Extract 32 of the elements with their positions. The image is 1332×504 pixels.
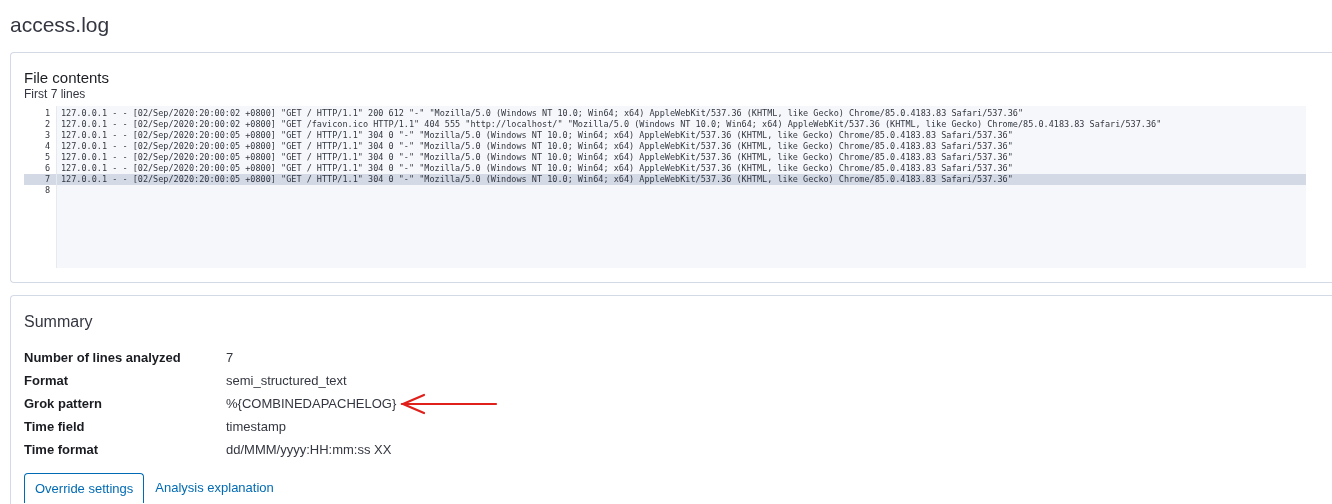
code-line: 127.0.0.1 - - [02/Sep/2020:20:00:05 +0800] "GET / HTTP/1.1" 304 0 "-" "Mozilla/5.0 (Windows NT 10.0; Win64; x64) AppleWebKit/537.36 (KHTML, like Gecko) Chrome/85.0.4183.83 Safari/537.36" — [61, 141, 1013, 151]
summary-value: dd/MMM/yyyy:HH:mm:ss XX — [226, 440, 392, 459]
tab[interactable]: Analysis explanation — [144, 473, 285, 503]
summary-label: Time format — [24, 440, 100, 459]
code-editor[interactable] — [24, 106, 1306, 268]
page-title: access.log — [10, 12, 111, 38]
line-number: 2 — [44, 119, 50, 129]
line-number: 5 — [44, 152, 50, 162]
code-line: 127.0.0.1 - - [02/Sep/2020:20:00:05 +0800] "GET / HTTP/1.1" 304 0 "-" "Mozilla/5.0 (Windows NT 10.0; Win64; x64) AppleWebKit/537.36 (KHTML, like Gecko) Chrome/85.0.4183.83 Safari/537.36" — [61, 163, 1013, 173]
panel-subtitle: First 7 lines — [24, 87, 87, 102]
panel-title: File contents — [24, 69, 111, 87]
code-line: 127.0.0.1 - - [02/Sep/2020:20:00:02 +0800] "GET / HTTP/1.1" 200 612 "-" "Mozilla/5.0 (Windows NT 10.0; Win64; x64) AppleWebKit/537.36 (KHTML, like Gecko) Chrome/85.0.4183.83 Safari/537.36" — [61, 108, 1024, 118]
summary-label: Format — [24, 371, 70, 390]
summary-label: Grok pattern — [24, 394, 103, 413]
line-number: 3 — [44, 130, 50, 140]
summary-value: 7 — [226, 348, 234, 367]
line-number: 6 — [44, 163, 50, 173]
summary-value: %{COMBINEDAPACHELOG} — [226, 394, 397, 413]
line-number: 8 — [44, 185, 50, 195]
code-line: 127.0.0.1 - - [02/Sep/2020:20:00:05 +0800] "GET / HTTP/1.1" 304 0 "-" "Mozilla/5.0 (Windows NT 10.0; Win64; x64) AppleWebKit/537.36 (KHTML, like Gecko) Chrome/85.0.4183.83 Safari/537.36" — [61, 174, 1013, 184]
tab[interactable]: Override settings — [24, 473, 145, 503]
line-number: 4 — [44, 141, 50, 151]
summary-value: timestamp — [226, 417, 286, 436]
code-line: 127.0.0.1 - - [02/Sep/2020:20:00:05 +0800] "GET / HTTP/1.1" 304 0 "-" "Mozilla/5.0 (Windows NT 10.0; Win64; x64) AppleWebKit/537.36 (KHTML, like Gecko) Chrome/85.0.4183.83 Safari/537.36" — [61, 130, 1013, 140]
line-number: 7 — [44, 174, 50, 184]
summary-label: Number of lines analyzed — [24, 348, 182, 367]
panel-title: Summary — [24, 312, 94, 332]
code-line: 127.0.0.1 - - [02/Sep/2020:20:00:05 +0800] "GET / HTTP/1.1" 304 0 "-" "Mozilla/5.0 (Windows NT 10.0; Win64; x64) AppleWebKit/537.36 (KHTML, like Gecko) Chrome/85.0.4183.83 Safari/537.36" — [61, 152, 1013, 162]
code-line: 127.0.0.1 - - [02/Sep/2020:20:00:02 +0800] "GET /favicon.ico HTTP/1.1" 404 555 "http://localhost/" "Mozilla/5.0 (Windows NT 10.0; Win64; x64) AppleWebKit/537.36 (KHTML, like Gecko) Chrome/85.0.4183.83 Safari/537.36" — [61, 119, 1162, 129]
summary-label: Time field — [24, 417, 86, 436]
summary-value: semi_structured_text — [226, 371, 347, 390]
line-number: 1 — [44, 108, 50, 118]
